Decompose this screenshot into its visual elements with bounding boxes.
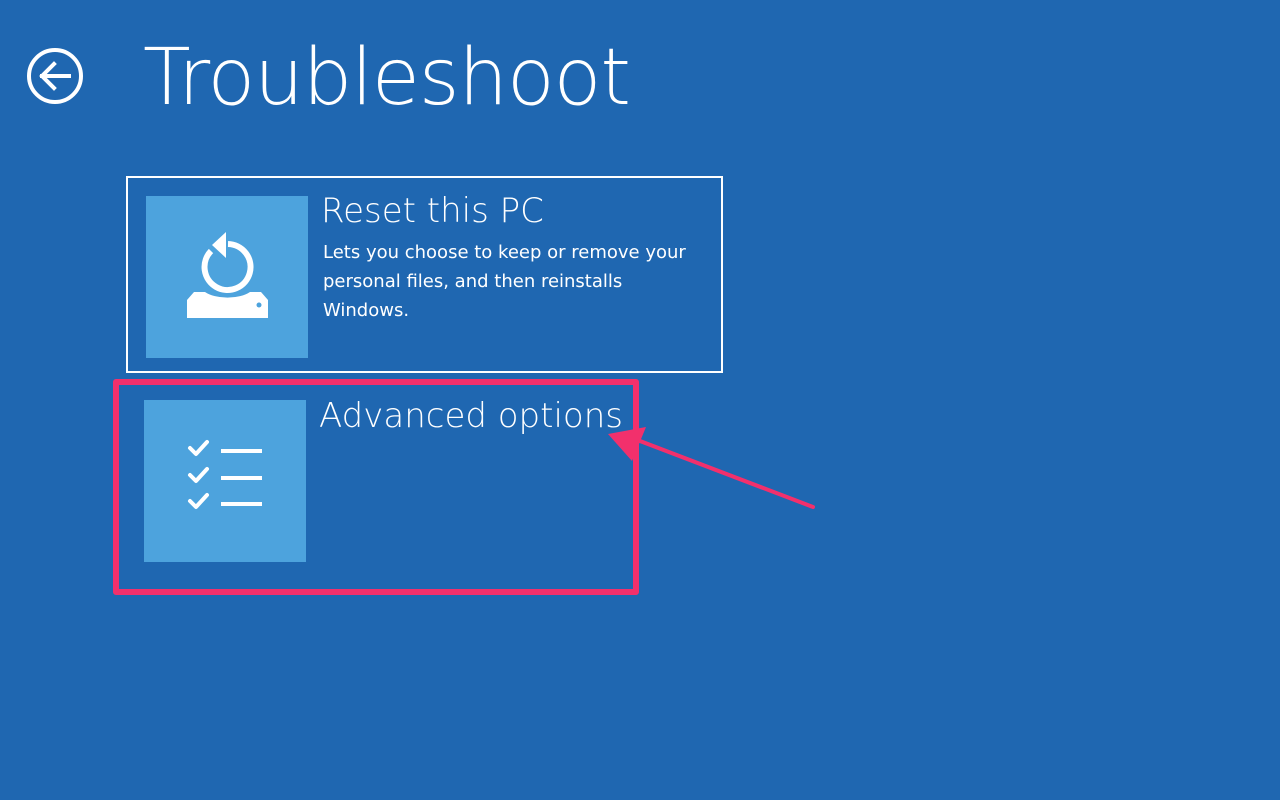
reset-pc-icon xyxy=(187,232,268,318)
advanced-options-title: Advanced options xyxy=(319,396,623,436)
back-button[interactable] xyxy=(26,47,84,105)
reset-this-pc-description: Lets you choose to keep or remove your p… xyxy=(323,242,686,321)
checklist-icon xyxy=(188,440,262,509)
advanced-options-option[interactable]: Advanced options xyxy=(126,383,723,580)
reset-this-pc-option[interactable]: Reset this PC Lets you choose to keep or… xyxy=(126,176,723,373)
advanced-options-tile xyxy=(144,400,306,562)
reset-pc-tile xyxy=(146,196,308,358)
reset-this-pc-title: Reset this PC xyxy=(321,191,544,231)
page-title: Troubleshoot xyxy=(143,33,631,123)
back-arrow-circle-icon xyxy=(27,48,83,104)
